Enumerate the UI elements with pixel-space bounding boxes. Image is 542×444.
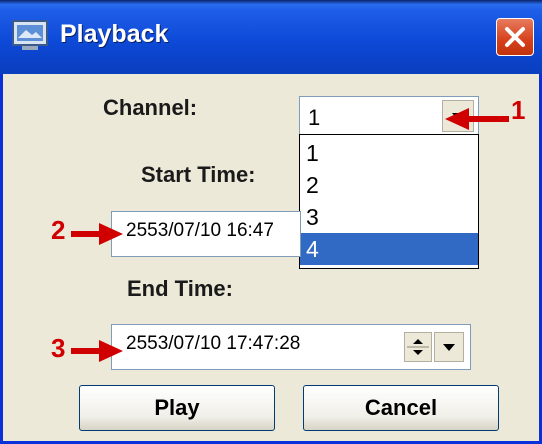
annotation-number-2: 2 (51, 215, 66, 245)
title-bar[interactable]: Playback (0, 0, 542, 74)
start-time-label: Start Time: (141, 162, 256, 187)
close-button[interactable] (496, 18, 534, 56)
annotation-number-3: 3 (51, 333, 66, 363)
red-arrow-left-icon (445, 108, 509, 130)
channel-option[interactable]: 1 (300, 137, 478, 169)
window-title: Playback (60, 20, 169, 48)
playback-dialog: Playback Channel: 1 1 2 3 4 Start Time: … (0, 0, 542, 444)
channel-option-highlighted[interactable]: 4 (300, 233, 478, 265)
close-icon (505, 27, 525, 47)
up-down-arrows-icon (407, 339, 429, 355)
channel-option[interactable]: 3 (300, 201, 478, 233)
annotation-number-1: 1 (511, 95, 526, 125)
channel-selected-value: 1 (308, 105, 321, 130)
end-time-value: 2553/07/10 17:47:28 (126, 333, 301, 354)
cancel-button[interactable]: Cancel (303, 385, 499, 431)
end-time-picker[interactable]: 2553/07/10 17:47:28 (111, 324, 471, 370)
play-button[interactable]: Play (79, 385, 275, 431)
red-arrow-right-icon (71, 340, 123, 362)
red-arrow-right-icon (71, 223, 123, 245)
end-time-dropdown-button[interactable] (434, 332, 464, 362)
end-time-spinner[interactable] (404, 332, 432, 362)
monitor-icon (12, 20, 48, 52)
end-time-label: End Time: (127, 276, 233, 301)
channel-label: Channel: (103, 95, 198, 120)
start-time-picker[interactable]: 2553/07/10 16:47 (111, 211, 301, 257)
start-time-value: 2553/07/10 16:47 (126, 220, 274, 241)
chevron-down-icon (443, 344, 455, 351)
channel-option[interactable]: 2 (300, 169, 478, 201)
channel-options-list[interactable]: 1 2 3 4 (299, 134, 479, 269)
